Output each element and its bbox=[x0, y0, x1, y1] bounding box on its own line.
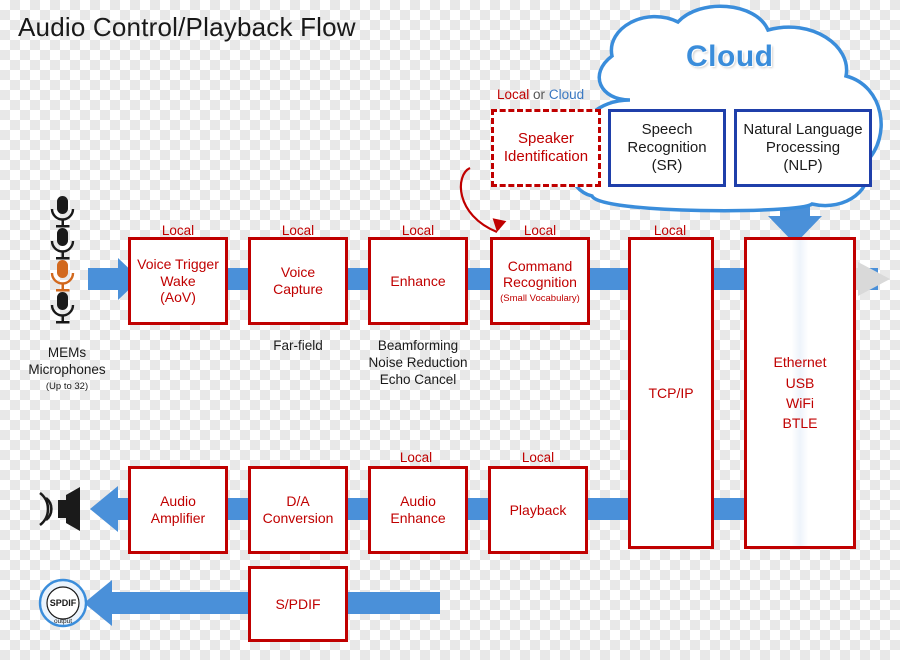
spdif-badge-layer bbox=[38, 578, 88, 628]
spdif-badge-line2: output bbox=[53, 617, 73, 625]
spdif-badge-line1: SPDIF bbox=[49, 598, 77, 608]
spdif-badge: SPDIF output bbox=[41, 594, 85, 628]
diagram-canvas: Cloud Audio Control/Playback Flow Local … bbox=[0, 0, 900, 660]
